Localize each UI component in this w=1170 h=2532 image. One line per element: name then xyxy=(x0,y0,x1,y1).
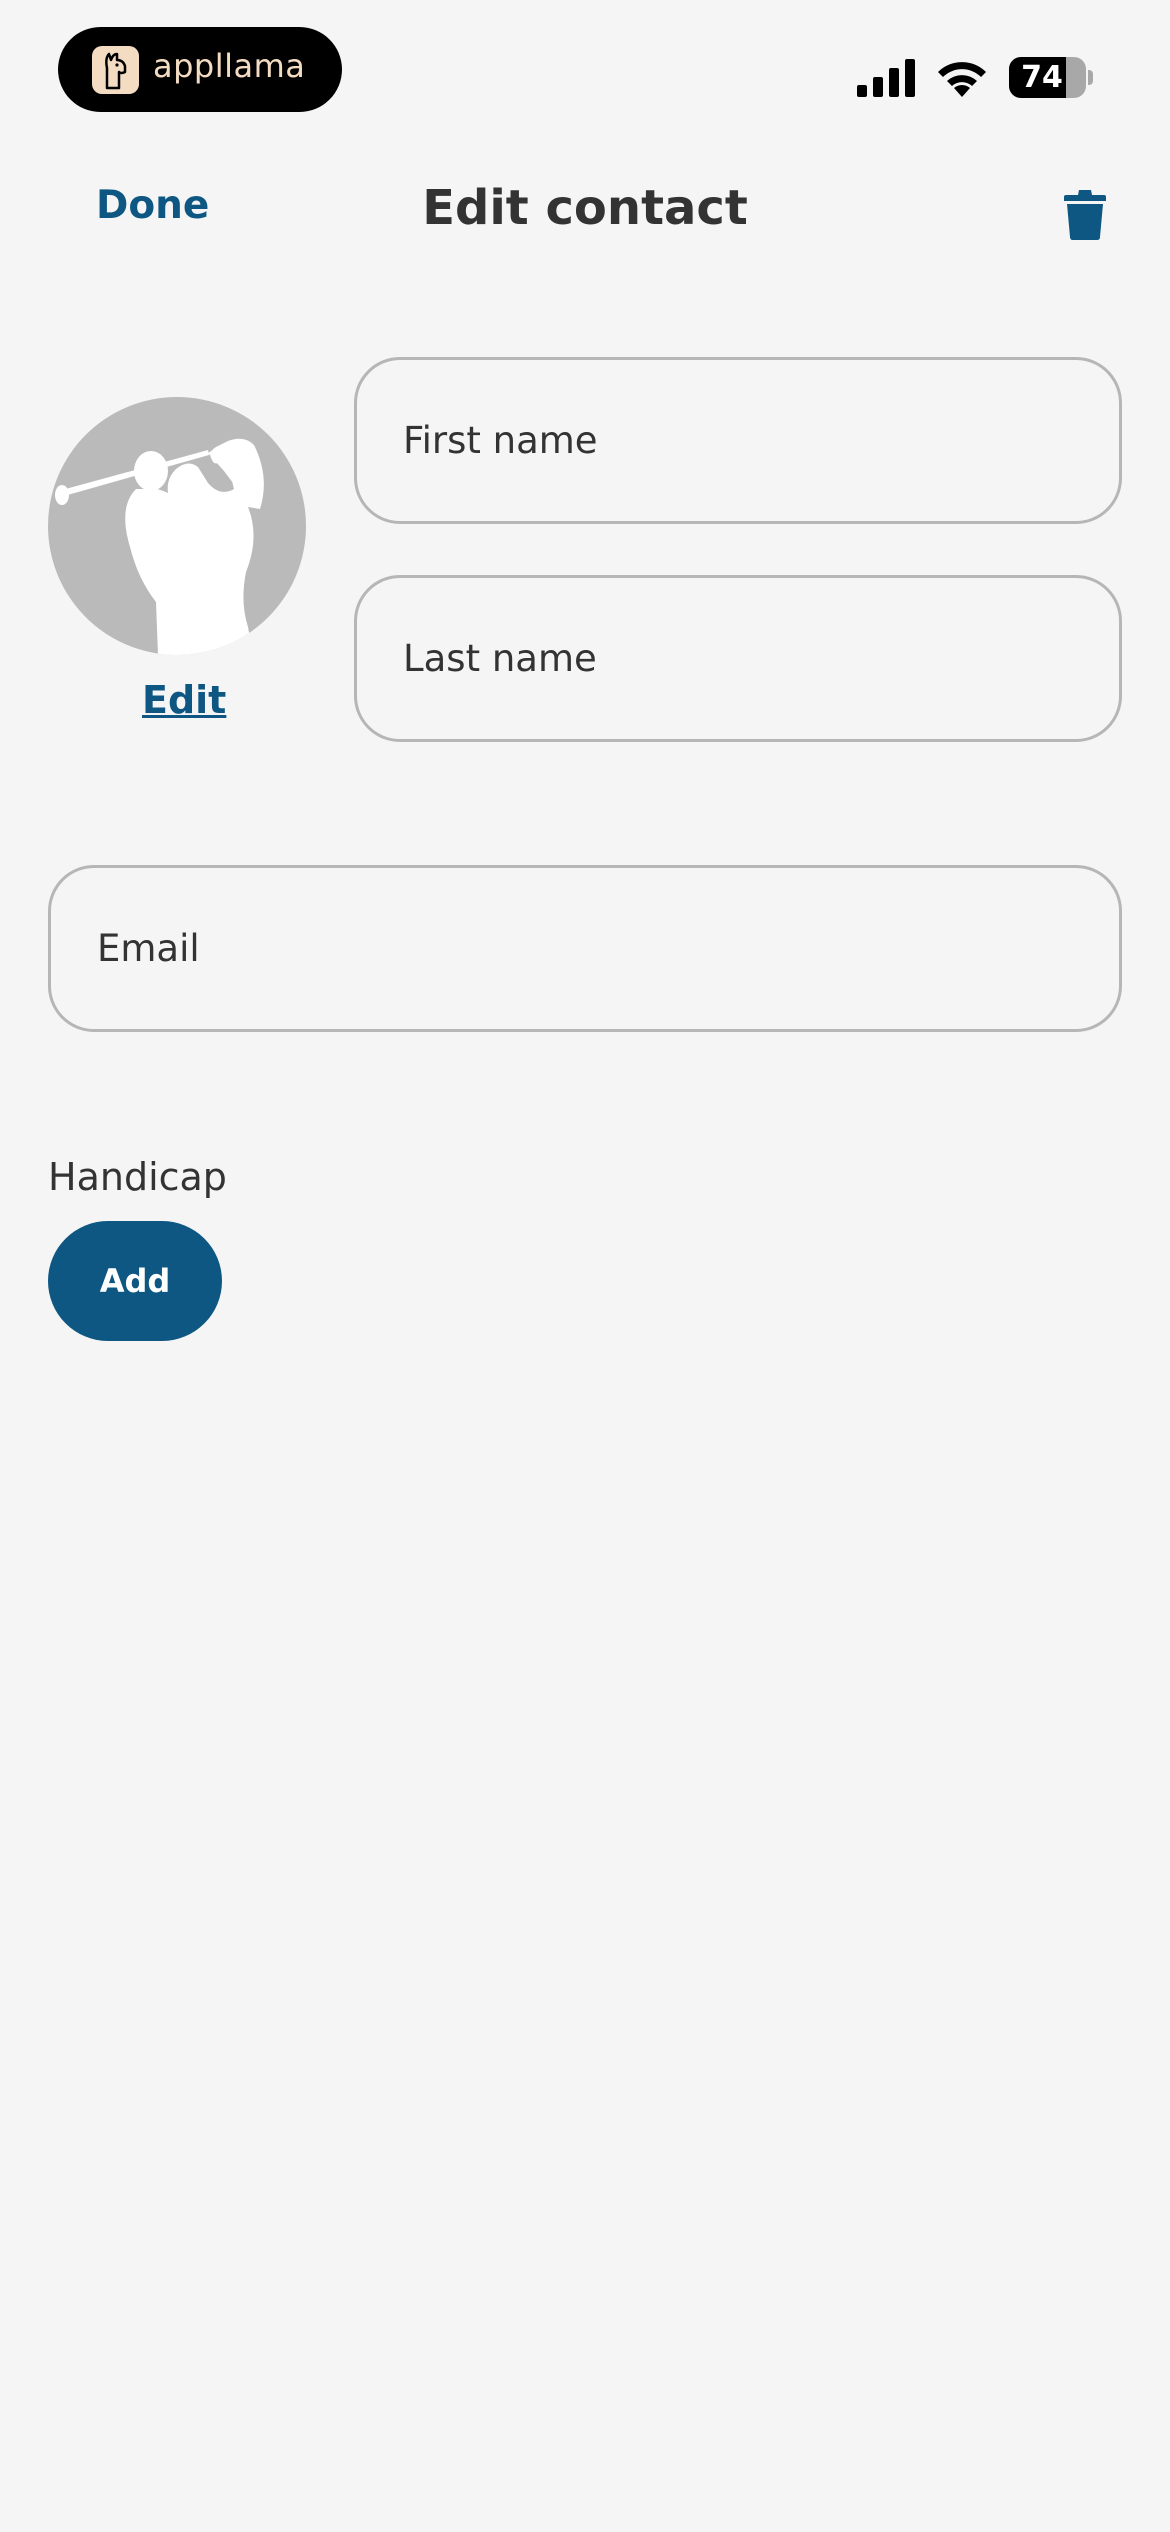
email-field[interactable] xyxy=(48,865,1122,1032)
wifi-icon xyxy=(938,62,986,97)
brand-name: appllama xyxy=(153,47,306,85)
add-handicap-button[interactable]: Add xyxy=(48,1221,222,1341)
appllama-logo-icon xyxy=(92,46,139,94)
edit-photo-link[interactable]: Edit xyxy=(142,678,226,722)
first-name-field[interactable] xyxy=(354,357,1122,524)
contact-avatar[interactable] xyxy=(48,397,306,655)
trash-icon[interactable] xyxy=(1064,188,1106,240)
signal-icon xyxy=(857,59,915,97)
battery-icon: 74 xyxy=(1009,57,1086,98)
last-name-field[interactable] xyxy=(354,575,1122,742)
battery-percentage: 74 xyxy=(1021,60,1063,95)
dynamic-island-app-badge: appllama xyxy=(58,27,342,112)
golfer-silhouette-icon xyxy=(55,438,264,655)
battery-tip xyxy=(1088,70,1093,85)
handicap-label: Handicap xyxy=(48,1155,227,1199)
page-title: Edit contact xyxy=(422,180,748,236)
